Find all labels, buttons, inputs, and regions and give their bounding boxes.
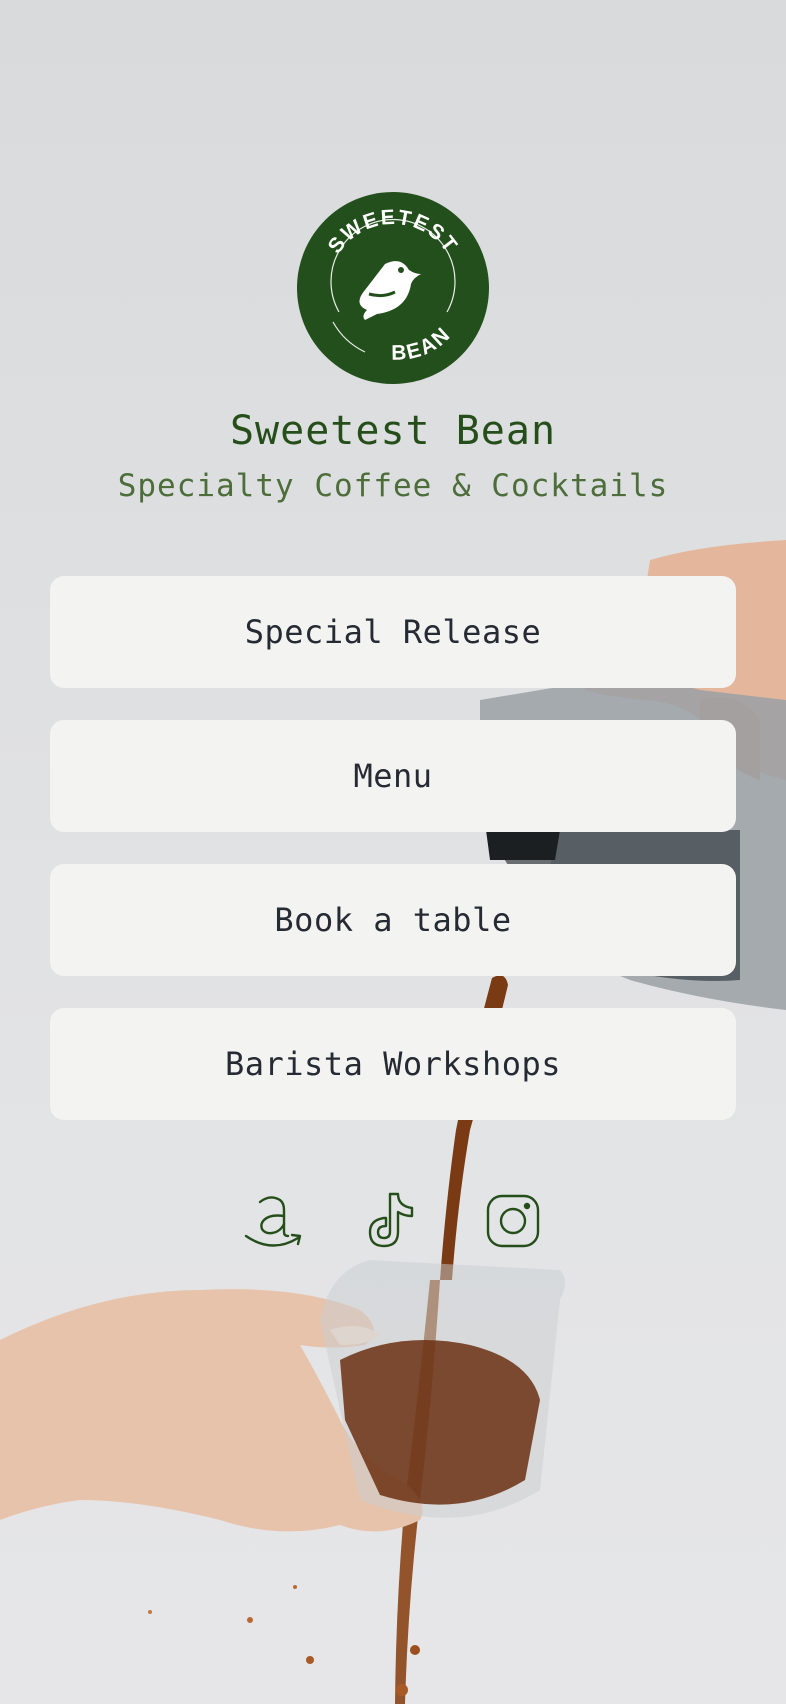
link-button-book-a-table[interactable]: Book a table xyxy=(50,864,736,976)
brand-logo: SWEETEST BEAN xyxy=(297,192,489,384)
page-title: Sweetest Bean xyxy=(229,408,557,454)
link-button-special-release[interactable]: Special Release xyxy=(50,576,736,688)
tiktok-icon[interactable] xyxy=(358,1186,428,1256)
social-links xyxy=(0,1186,786,1256)
instagram-icon[interactable] xyxy=(478,1186,548,1256)
link-button-menu[interactable]: Menu xyxy=(50,720,736,832)
link-button-barista-workshops[interactable]: Barista Workshops xyxy=(50,1008,736,1120)
amazon-icon[interactable] xyxy=(238,1186,308,1256)
page-subtitle: Specialty Coffee & Cocktails xyxy=(117,468,669,504)
link-list: Special Release Menu Book a table Barist… xyxy=(50,576,736,1152)
